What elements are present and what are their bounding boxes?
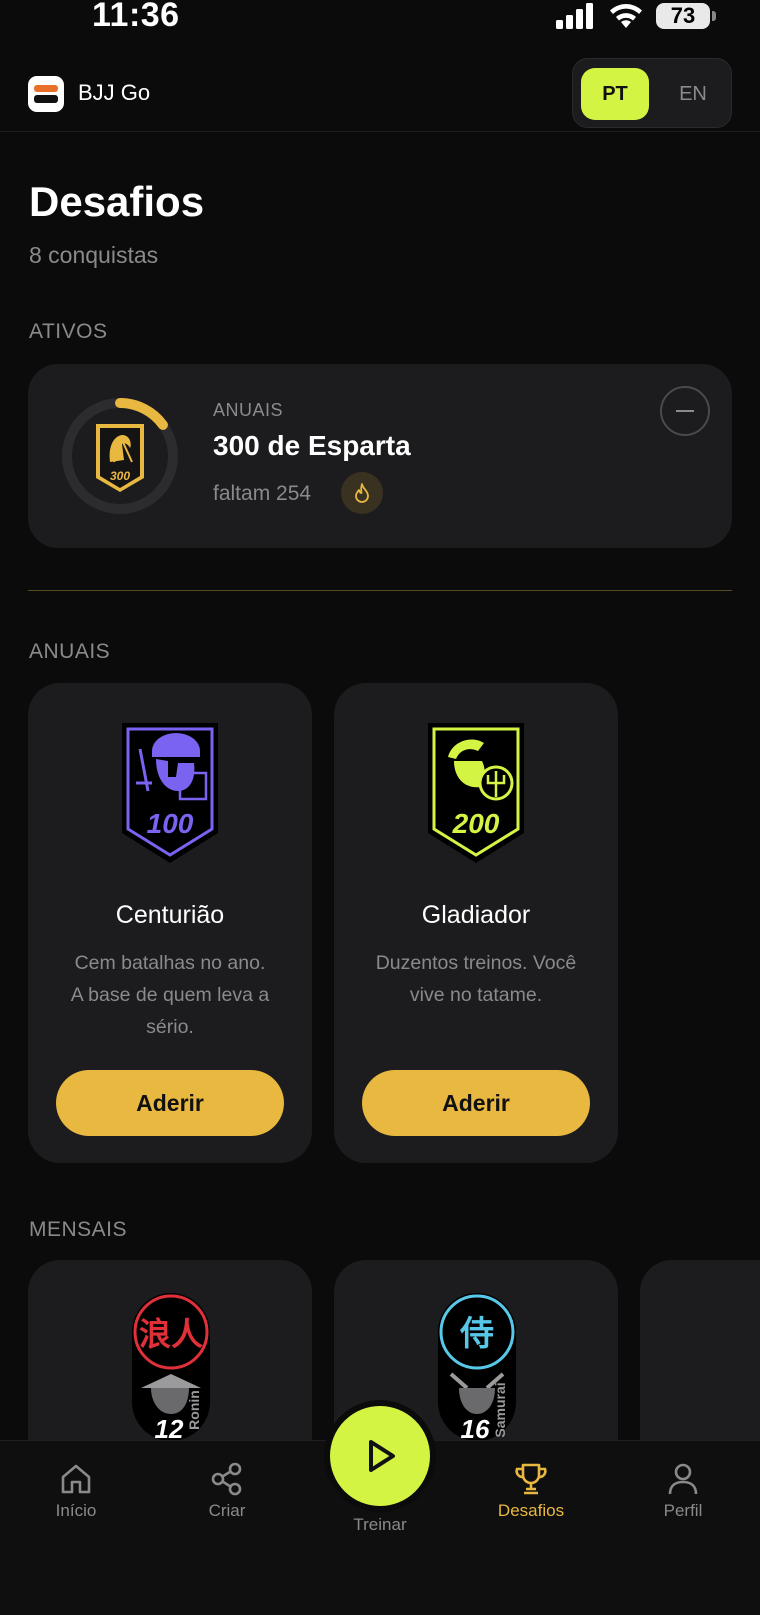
samurai-kanji: 侍 xyxy=(459,1314,494,1354)
challenge-name: Centurião xyxy=(115,901,225,929)
ronin-kanji: 浪人 xyxy=(139,1315,203,1353)
signal-icon xyxy=(556,3,593,29)
nav-home[interactable]: Início xyxy=(16,1461,136,1521)
section-label-active: ATIVOS xyxy=(29,320,108,343)
status-bar: 11:36 73 xyxy=(0,0,760,46)
nav-create-label: Criar xyxy=(208,1501,246,1520)
ronin-badge-icon: 浪人 Ronin 12 xyxy=(132,1293,210,1442)
challenge-card-gladiador[interactable]: 200 Gladiador Duzentos treinos. Você viv… xyxy=(334,683,618,1163)
leave-challenge-button[interactable] xyxy=(660,386,710,436)
home-icon xyxy=(61,1464,91,1494)
join-button-gladiador[interactable]: Aderir xyxy=(362,1070,590,1136)
nav-home-label: Início xyxy=(55,1501,97,1520)
nav-profile-label: Perfil xyxy=(663,1501,703,1520)
nav-train-label: Treinar xyxy=(353,1515,407,1534)
nav-profile[interactable]: Perfil xyxy=(623,1461,743,1521)
section-divider xyxy=(28,590,732,591)
minus-icon xyxy=(676,410,694,412)
gladiator-badge-number: 200 xyxy=(452,808,500,839)
battery-level: 73 xyxy=(670,3,696,28)
lang-en-button[interactable]: EN xyxy=(659,68,727,120)
nav-create[interactable]: Criar xyxy=(167,1461,287,1521)
status-icons: 73 xyxy=(556,2,716,30)
app-name: BJJ Go xyxy=(78,80,151,105)
active-challenge-remaining: faltam 254 xyxy=(213,482,312,505)
page-subtitle: 8 conquistas xyxy=(29,242,159,268)
app-header: BJJ Go PT EN xyxy=(0,56,760,132)
ronin-badge-number: 12 xyxy=(155,1414,184,1442)
gladiator-badge-icon: 200 xyxy=(428,723,524,863)
samurai-badge-icon: 侍 Samurai 16 xyxy=(438,1293,516,1442)
description-line: Duzentos treinos. Você xyxy=(375,952,577,974)
lang-pt-button[interactable]: PT xyxy=(581,68,649,120)
challenge-description: Cem batalhas no ano. A base de quem leva… xyxy=(48,947,292,1043)
section-label-annual: ANUAIS xyxy=(29,640,111,663)
play-icon xyxy=(369,1440,395,1472)
challenge-name: Gladiador xyxy=(421,901,531,929)
join-button-centuriao[interactable]: Aderir xyxy=(56,1070,284,1136)
challenge-card-centuriao[interactable]: 100 Centurião Cem batalhas no ano. A bas… xyxy=(28,683,312,1163)
active-challenge-card[interactable]: 300 ANUAIS 300 de Esparta faltam 254 xyxy=(28,364,732,548)
wifi-icon xyxy=(610,4,642,28)
page-title: Desafios xyxy=(29,178,205,225)
description-line: vive no tatame. xyxy=(409,984,543,1006)
trophy-icon xyxy=(515,1463,547,1495)
nav-challenges-label: Desafios xyxy=(497,1501,565,1520)
samurai-badge-number: 16 xyxy=(461,1414,490,1442)
spartan-badge-icon: 300 xyxy=(96,424,144,492)
active-challenge-name: 300 de Esparta xyxy=(213,430,411,461)
share-icon xyxy=(211,1462,242,1496)
train-play-button[interactable] xyxy=(324,1400,436,1512)
section-label-monthly: MENSAIS xyxy=(29,1218,128,1241)
flame-icon xyxy=(341,472,383,514)
description-line: A base de quem leva a xyxy=(70,984,270,1006)
language-switch: PT EN xyxy=(572,58,732,128)
app-logo xyxy=(28,76,64,112)
challenge-description: Duzentos treinos. Você vive no tatame. xyxy=(354,947,598,1011)
status-time: 11:36 xyxy=(92,0,180,34)
description-line: sério. xyxy=(146,1016,194,1038)
centurion-badge-number: 100 xyxy=(147,808,194,839)
ronin-side-text: Ronin xyxy=(186,1390,202,1430)
profile-icon xyxy=(668,1463,698,1495)
battery-indicator: 73 xyxy=(656,3,716,29)
active-challenge-period: ANUAIS xyxy=(213,400,284,420)
description-line: Cem batalhas no ano. xyxy=(74,952,266,974)
centurion-badge-icon: 100 xyxy=(122,723,218,863)
samurai-side-text: Samurai xyxy=(492,1382,508,1437)
nav-challenges[interactable]: Desafios xyxy=(471,1461,591,1521)
active-badge-number: 300 xyxy=(110,469,130,483)
